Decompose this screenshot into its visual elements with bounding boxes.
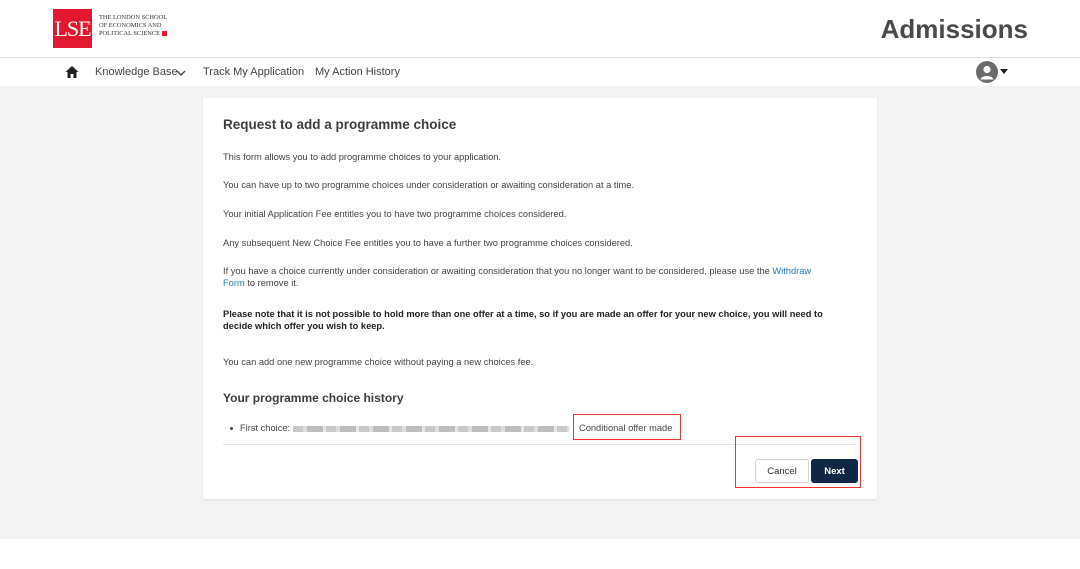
withdraw-instructions: If you have a choice currently under con… — [223, 265, 853, 289]
list-item: First choice: — [230, 423, 570, 433]
top-navigation: Knowledge Base Track My Application My A… — [0, 58, 1080, 86]
logo-wordmark: THE LONDON SCHOOL OF ECONOMICS AND POLIT… — [99, 14, 219, 38]
bullet-icon — [230, 427, 233, 431]
nav-track-my-application[interactable]: Track My Application — [203, 66, 304, 78]
history-choice-label: First choice: — [240, 423, 291, 433]
cancel-button[interactable]: Cancel — [755, 459, 809, 483]
withdraw-text-after: to remove it. — [244, 278, 299, 288]
lse-logo[interactable]: LSE — [53, 9, 92, 48]
withdraw-form-link-2[interactable]: Form — [223, 278, 245, 288]
logo-line-2: OF ECONOMICS AND — [99, 22, 162, 29]
fee-note: You can add one new programme choice wit… — [223, 357, 534, 367]
single-offer-warning: Please note that it is not possible to h… — [223, 309, 823, 331]
logo-mark-text: LSE — [54, 15, 91, 41]
logo-line-3: POLITICAL SCIENCE — [99, 30, 161, 37]
chevron-down-icon[interactable] — [176, 68, 186, 78]
withdraw-text-before: If you have a choice currently under con… — [223, 266, 773, 276]
form-paragraph: Any subsequent New Choice Fee entitles y… — [223, 238, 633, 248]
offer-status: Conditional offer made — [579, 423, 673, 433]
redacted-programme-name — [293, 425, 570, 432]
home-icon[interactable] — [64, 64, 80, 80]
next-button[interactable]: Next — [811, 459, 858, 483]
divider — [223, 444, 857, 445]
choice-history-title: Your programme choice history — [223, 391, 404, 405]
logo-red-square — [162, 31, 168, 37]
user-menu-caret-icon[interactable] — [1000, 69, 1008, 74]
logo-line-1: THE LONDON SCHOOL — [99, 14, 168, 21]
user-avatar-icon[interactable] — [976, 61, 998, 83]
site-header: LSE THE LONDON SCHOOL OF ECONOMICS AND P… — [0, 0, 1080, 58]
withdraw-form-link[interactable]: Withdraw — [772, 266, 811, 276]
form-paragraph: You can have up to two programme choices… — [223, 180, 635, 190]
form-title: Request to add a programme choice — [223, 117, 457, 132]
add-programme-choice-form: Request to add a programme choice This f… — [203, 98, 877, 499]
page-heading-admissions: Admissions — [880, 14, 1028, 44]
form-paragraph: This form allows you to add programme ch… — [223, 152, 502, 162]
nav-knowledge-base[interactable]: Knowledge Base — [95, 66, 178, 78]
nav-my-action-history[interactable]: My Action History — [315, 66, 400, 78]
form-paragraph: Your initial Application Fee entitles yo… — [223, 209, 567, 219]
